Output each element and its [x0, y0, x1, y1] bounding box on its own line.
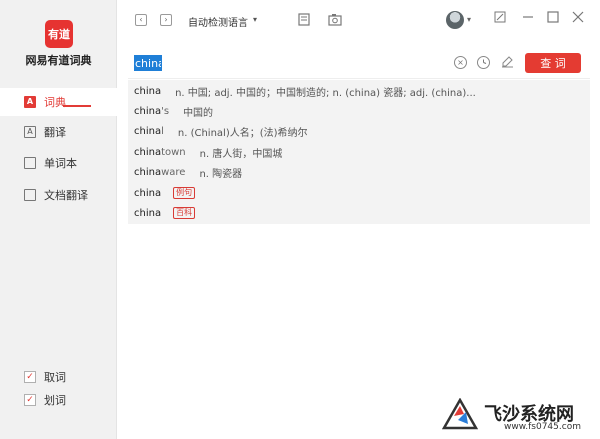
option-pick-word[interactable]: ✓ 取词 [24, 369, 66, 385]
list-item[interactable]: china's 中国的 [134, 102, 574, 120]
watermark-logo-icon [442, 398, 478, 430]
sidebar-item-label: 单词本 [44, 157, 77, 170]
option-select-word[interactable]: ✓ 划词 [24, 392, 66, 408]
list-item[interactable]: chinal n. (Chinal)人名；(法)希纳尔 [134, 122, 574, 140]
sidebar-item-translate[interactable]: A 翻译 [0, 118, 117, 146]
language-selector[interactable]: 自动检测语言 [188, 14, 248, 29]
notebook-icon[interactable] [298, 13, 310, 30]
sidebar-item-dictionary[interactable]: A 词典 [0, 88, 117, 116]
maximize-icon[interactable] [547, 11, 559, 27]
app-name: 网易有道词典 [25, 54, 92, 67]
translate-icon: A [24, 126, 36, 138]
search-bar: × 查 词 [128, 50, 590, 79]
sidebar-item-wordbook[interactable]: 单词本 [0, 149, 117, 177]
dictionary-app-window: 有道 网易有道词典 A 词典 A 翻译 单词本 文档翻译 ✓ 取词 ✓ 划词 ‹ [0, 0, 600, 439]
suggestion-definition: n. (Chinal)人名；(法)希纳尔 [177, 127, 308, 139]
close-icon[interactable] [572, 11, 584, 27]
suggestion-word: chinatown [134, 146, 186, 158]
select-word-checkbox[interactable]: ✓ [24, 394, 36, 406]
sidebar-item-label: 词典 [44, 96, 66, 109]
pick-word-checkbox[interactable]: ✓ [24, 371, 36, 383]
option-label: 取词 [44, 371, 66, 384]
suggestion-word: chinal [134, 125, 164, 137]
history-icon[interactable] [477, 56, 490, 69]
chevron-down-icon[interactable]: ▾ [253, 15, 257, 24]
query-button[interactable]: 查 词 [525, 53, 581, 73]
back-button[interactable]: ‹ [135, 14, 147, 26]
clear-icon[interactable]: × [454, 56, 467, 69]
document-icon [24, 189, 36, 201]
site-watermark: 飞沙系统网 www.fs0745.com [438, 392, 600, 439]
youdao-logo: 有道 [45, 20, 73, 48]
suggestion-definition: n. 陶瓷器 [199, 168, 243, 180]
suggestion-definition: n. 中国; adj. 中国的；中国制造的; n. (china) 瓷器; ad… [175, 87, 476, 99]
dictionary-icon: A [24, 96, 36, 108]
mini-mode-icon[interactable] [494, 11, 506, 27]
sidebar: 有道 网易有道词典 A 词典 A 翻译 单词本 文档翻译 ✓ 取词 ✓ 划词 [0, 0, 117, 439]
chevron-down-icon[interactable]: ▾ [467, 15, 471, 24]
encyclopedia-badge: 百科 [173, 207, 196, 219]
user-avatar[interactable] [446, 11, 464, 29]
forward-button[interactable]: › [160, 14, 172, 26]
list-item[interactable]: chinatown n. 唐人街，中国城 [134, 143, 574, 161]
suggestion-definition: 中国的 [183, 107, 214, 119]
wordbook-icon [24, 157, 36, 169]
active-indicator [63, 105, 91, 107]
suggestion-word: china [134, 85, 162, 97]
sidebar-item-label: 文档翻译 [44, 189, 88, 202]
suggestion-word: china [134, 207, 162, 219]
edit-icon[interactable] [501, 55, 514, 71]
sidebar-item-document-translate[interactable]: 文档翻译 [0, 181, 117, 209]
watermark-url: www.fs0745.com [504, 422, 581, 432]
suggestion-word: chinaware [134, 166, 186, 178]
list-item[interactable]: chinaware n. 陶瓷器 [134, 163, 574, 181]
top-toolbar: ‹ › 自动检测语言 ▾ ▾ [117, 0, 600, 42]
list-item[interactable]: china 例句 [134, 184, 574, 202]
example-sentence-badge: 例句 [173, 187, 196, 199]
suggestion-word: china's [134, 105, 170, 117]
screenshot-icon[interactable] [328, 13, 342, 30]
option-label: 划词 [44, 394, 66, 407]
minimize-icon[interactable] [522, 11, 534, 27]
suggestion-definition: n. 唐人街，中国城 [199, 148, 283, 160]
search-input[interactable] [134, 55, 162, 71]
list-item[interactable]: china n. 中国; adj. 中国的；中国制造的; n. (china) … [134, 82, 574, 100]
suggestion-list: china n. 中国; adj. 中国的；中国制造的; n. (china) … [128, 80, 590, 224]
list-item[interactable]: china 百科 [134, 204, 574, 222]
sidebar-item-label: 翻译 [44, 126, 66, 139]
suggestion-word: china [134, 187, 162, 199]
